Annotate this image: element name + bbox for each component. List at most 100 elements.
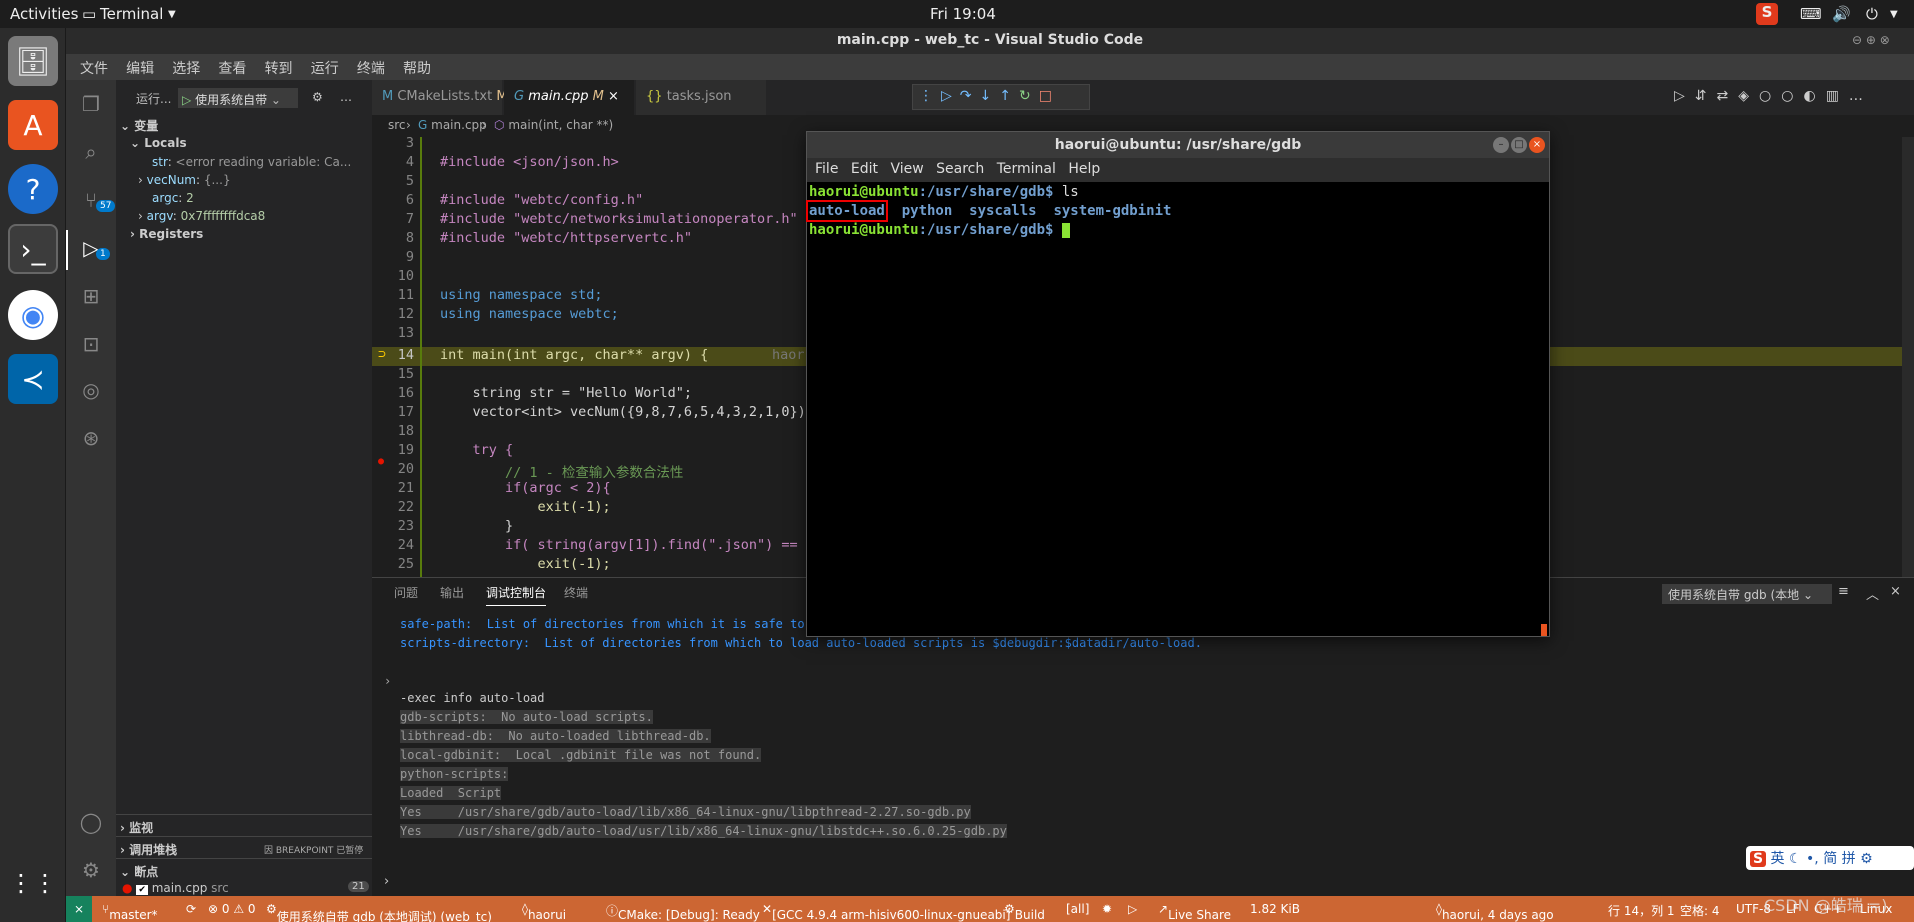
menu-file[interactable]: 文件: [80, 58, 108, 78]
terminal-line-3[interactable]: haorui@ubuntu:/usr/share/gdb$: [809, 222, 1070, 238]
compare-icon[interactable]: ⇄: [1717, 88, 1739, 104]
debug-session-select[interactable]: 使用系统自带 gdb (本地 ⌄: [1662, 584, 1832, 604]
term-menu-file[interactable]: File: [815, 161, 838, 177]
breakpoint-item[interactable]: ● ✔ main.cpp src 21: [122, 881, 369, 895]
step-into-icon[interactable]: ↓: [980, 88, 1000, 104]
tab-main-cpp[interactable]: G main.cpp M ×: [504, 80, 634, 115]
problems-status[interactable]: ⊗ 0 ⚠ 0: [208, 902, 256, 916]
clear-console-icon[interactable]: ≡: [1838, 584, 1849, 599]
menu-edit[interactable]: 编辑: [126, 58, 154, 78]
account-icon[interactable]: ◯: [78, 810, 104, 836]
term-menu-terminal[interactable]: Terminal: [997, 161, 1056, 177]
explorer-icon[interactable]: ❐: [78, 92, 104, 118]
extensions-icon[interactable]: ⊞: [78, 284, 104, 310]
user-status[interactable]: ◊ haorui: [522, 902, 566, 922]
menu-go[interactable]: 转到: [265, 58, 293, 78]
prev-change-icon[interactable]: ○: [1759, 88, 1781, 104]
step-over-icon[interactable]: ↷: [960, 88, 980, 104]
clock[interactable]: Fri 19:04: [930, 5, 996, 23]
tab-tasks-json[interactable]: {} tasks.json: [636, 80, 766, 115]
menu-view[interactable]: 查看: [218, 58, 246, 78]
input-method-icon[interactable]: ⌨: [1800, 5, 1822, 23]
sogou-icon[interactable]: S: [1756, 3, 1778, 25]
show-apps-icon[interactable]: ⋮⋮: [8, 858, 58, 908]
vscode-icon[interactable]: ≺: [8, 354, 58, 404]
breadcrumb-file[interactable]: G main.cpp: [418, 118, 487, 132]
menu-terminal[interactable]: 终端: [357, 58, 385, 78]
more-icon[interactable]: …: [340, 90, 352, 104]
ime-toolbar[interactable]: S 英 ☾ •, 简 拼 ⚙: [1746, 846, 1914, 870]
help-icon[interactable]: ?: [8, 164, 58, 214]
restart-icon[interactable]: ↻: [1019, 88, 1039, 104]
chrome-icon[interactable]: ◉: [8, 290, 58, 340]
gear-icon[interactable]: ⚙: [312, 90, 323, 104]
locals-scope[interactable]: ⌄ Locals: [130, 136, 187, 150]
settings-gear-icon[interactable]: ⚙: [1860, 851, 1873, 867]
tab-problems[interactable]: 问题: [394, 584, 418, 601]
terminal-scrollbar[interactable]: [1541, 624, 1547, 636]
close-icon[interactable]: ×: [608, 89, 619, 104]
editor-actions[interactable]: ▷⇵⇄◈○○◐▥…: [1674, 88, 1873, 104]
git-blame-status[interactable]: ◊ haorui, 4 days ago: [1436, 902, 1554, 922]
git-graph-icon[interactable]: ⊛: [78, 426, 104, 452]
remote-icon[interactable]: ⨯: [66, 896, 92, 922]
step-out-icon[interactable]: ↑: [999, 88, 1019, 104]
punct-icon[interactable]: •,: [1806, 851, 1819, 867]
split-editor-icon[interactable]: ▥: [1826, 88, 1849, 104]
next-change-icon[interactable]: ○: [1781, 88, 1803, 104]
debug-status[interactable]: ⚙ 使用系统自带 gdb (本地调试) (web_tc): [266, 902, 492, 922]
start-debug-icon[interactable]: ▷: [182, 93, 191, 107]
menu-help[interactable]: 帮助: [403, 58, 431, 78]
minimize-icon[interactable]: –: [1493, 137, 1509, 153]
ime-mode[interactable]: 英: [1771, 851, 1785, 867]
github-icon[interactable]: ◎: [78, 378, 104, 404]
close-panel-icon[interactable]: ×: [1890, 584, 1901, 599]
console-input-prompt[interactable]: ›: [384, 874, 389, 889]
breakpoint-checkbox[interactable]: ✔: [136, 885, 148, 895]
var-argc[interactable]: argc: 2: [152, 191, 194, 205]
tab-terminal[interactable]: 终端: [564, 584, 588, 601]
tab-output[interactable]: 输出: [440, 584, 464, 601]
app-menu-terminal[interactable]: Terminal: [100, 5, 163, 23]
settings-gear-icon[interactable]: ⚙: [78, 858, 104, 884]
indentation[interactable]: 空格: 4: [1680, 902, 1720, 919]
debug-toolbar[interactable]: ⋮▷↷↓↑↻□: [912, 84, 1090, 110]
more-icon[interactable]: …: [1849, 88, 1873, 104]
power-icon[interactable]: ⏻: [1866, 5, 1878, 23]
variables-header[interactable]: ⌄ 变量: [120, 117, 158, 134]
window-controls[interactable]: ⊖ ⊕ ⊗: [1852, 33, 1890, 47]
tab-cmakelists[interactable]: M CMakeLists.txt M: [372, 80, 508, 115]
menu-run[interactable]: 运行: [311, 58, 339, 78]
cursor-position[interactable]: 行 14，列 1: [1608, 902, 1675, 919]
var-vecnum[interactable]: › vecNum: {...}: [138, 173, 231, 187]
files-icon[interactable]: 🗄: [8, 36, 58, 86]
var-argv[interactable]: › argv: 0x7ffffffffdca8: [138, 209, 265, 223]
software-center-icon[interactable]: A: [8, 100, 58, 150]
var-str[interactable]: str: <error reading variable: Ca...: [152, 155, 351, 169]
close-icon[interactable]: ×: [1529, 137, 1545, 153]
menu-selection[interactable]: 选择: [172, 58, 200, 78]
toggle-icon[interactable]: ◐: [1803, 88, 1825, 104]
debug-config-select[interactable]: ▷ 使用系统自带 ⌄: [178, 88, 298, 108]
run-icon[interactable]: ▷: [1674, 88, 1695, 104]
terminal-icon[interactable]: ›_: [8, 224, 58, 274]
build-target[interactable]: [all]: [1066, 902, 1089, 916]
registers-scope[interactable]: › Registers: [130, 227, 203, 241]
remote-explorer-icon[interactable]: ⊡: [78, 332, 104, 358]
activities-button[interactable]: Activities: [10, 5, 78, 23]
chevron-down-icon[interactable]: ▼: [1890, 9, 1898, 20]
breadcrumb-folder[interactable]: src: [388, 118, 406, 132]
open-changes-icon[interactable]: ⇵: [1695, 88, 1717, 104]
term-menu-view[interactable]: View: [890, 161, 923, 177]
maximize-icon[interactable]: □: [1511, 137, 1527, 153]
sync-icon[interactable]: ⟳: [186, 902, 196, 916]
keyboard-icon[interactable]: 拼: [1842, 851, 1856, 867]
build-button[interactable]: ⚙ Build: [1004, 902, 1045, 922]
search-icon[interactable]: ⌕: [78, 140, 104, 166]
term-menu-edit[interactable]: Edit: [851, 161, 878, 177]
simplified-icon[interactable]: 简: [1823, 851, 1837, 867]
continue-icon[interactable]: ▷: [941, 88, 960, 104]
breadcrumb-symbol[interactable]: ⬡ main(int, char **): [494, 118, 613, 132]
tab-debug-console[interactable]: 调试控制台: [486, 584, 547, 606]
volume-icon[interactable]: 🔊: [1832, 5, 1851, 23]
